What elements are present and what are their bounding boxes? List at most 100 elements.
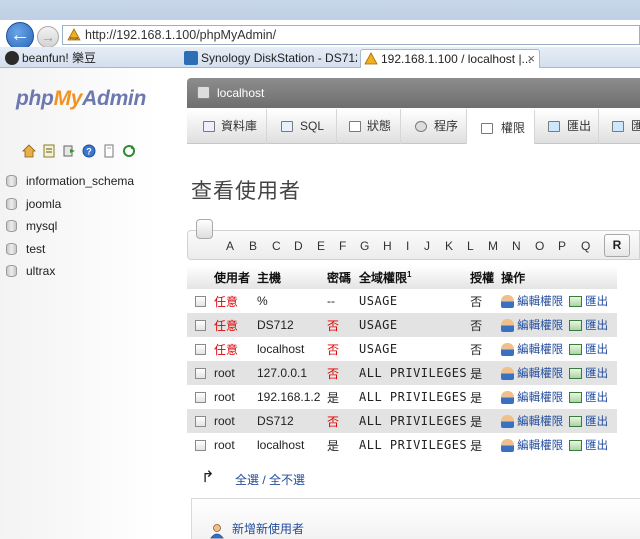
- browser-tab-beanfun[interactable]: beanfun! 樂豆: [2, 49, 174, 68]
- letter-link[interactable]: C: [272, 239, 281, 253]
- user-name: 任意: [214, 318, 239, 333]
- database-item-mysql[interactable]: mysql: [0, 217, 176, 240]
- browser-tab-phpmyadmin[interactable]: 192.168.1.100 / localhost |... ×: [360, 49, 540, 68]
- tab-sql[interactable]: SQL: [267, 109, 337, 144]
- database-item-ultrax[interactable]: ultrax: [0, 262, 176, 285]
- letter-link[interactable]: L: [467, 239, 474, 253]
- reload-icon[interactable]: [122, 144, 136, 158]
- tab-label: Synology DiskStation - DS712: [201, 51, 357, 65]
- letter-link[interactable]: J: [424, 239, 430, 253]
- tab-import[interactable]: 匯: [599, 109, 640, 144]
- help-icon[interactable]: ?: [82, 144, 96, 158]
- database-name[interactable]: mysql: [26, 219, 57, 233]
- address-bar[interactable]: PMA http://192.168.1.100/phpMyAdmin/: [62, 25, 640, 45]
- row-checkbox[interactable]: [195, 392, 206, 404]
- users-table: 使用者 主機 密碼 全域權限1 授權 操作 任意% -- USAGE 否編輯權限 匯出任…: [187, 266, 617, 457]
- user-cell: root: [211, 409, 254, 433]
- tab-label: 192.168.1.100 / localhost |...: [381, 52, 532, 66]
- row-checkbox[interactable]: [195, 344, 206, 356]
- global-privileges-label: 全域權限: [359, 271, 408, 285]
- export-user-link[interactable]: 匯出: [569, 440, 608, 452]
- add-user-link[interactable]: 新增新使用者: [232, 520, 304, 537]
- slider-handle[interactable]: [196, 219, 213, 239]
- row-checkbox[interactable]: [195, 296, 206, 308]
- edit-privileges-link[interactable]: 編輯權限: [501, 343, 563, 357]
- password-value: 是: [327, 390, 340, 405]
- server-link[interactable]: localhost: [217, 86, 264, 100]
- table-row: 任意 DS712 否 USAGE 否編輯權限 匯出: [187, 313, 617, 337]
- export-icon: [569, 368, 583, 380]
- tab-status[interactable]: 狀態: [337, 109, 401, 144]
- export-user-link[interactable]: 匯出: [569, 392, 608, 404]
- database-name[interactable]: information_schema: [26, 174, 134, 188]
- top-menu: 資料庫 SQL 狀態 程序 權限 匯出 匯: [187, 109, 640, 144]
- letter-link[interactable]: F: [339, 239, 346, 253]
- tab-label: 資料庫: [221, 119, 258, 133]
- export-user-link[interactable]: 匯出: [569, 416, 608, 428]
- row-checkbox[interactable]: [195, 320, 206, 332]
- phpmyadmin-logo[interactable]: phpMyAdmin: [16, 87, 146, 111]
- database-item-joomla[interactable]: joomla: [0, 195, 176, 218]
- select-arrow-icon: ↱: [201, 469, 215, 486]
- navigation-panel: phpMyAdmin ? information_schema joomla m…: [0, 68, 176, 539]
- letter-link[interactable]: M: [488, 239, 498, 253]
- export-user-link[interactable]: 匯出: [569, 296, 608, 308]
- letter-link[interactable]: Q: [581, 239, 590, 253]
- database-name[interactable]: ultrax: [26, 264, 55, 278]
- database-name[interactable]: test: [26, 242, 45, 256]
- grant-cell: 是: [467, 385, 499, 409]
- letter-link[interactable]: H: [383, 239, 392, 253]
- documentation-icon[interactable]: [102, 144, 116, 158]
- export-user-link[interactable]: 匯出: [569, 344, 608, 356]
- column-header-password: 密碼: [324, 266, 356, 289]
- database-name[interactable]: joomla: [26, 197, 61, 211]
- letter-link[interactable]: I: [406, 239, 409, 253]
- letter-link[interactable]: K: [445, 239, 453, 253]
- edit-privileges-link[interactable]: 編輯權限: [501, 439, 563, 453]
- column-header-user: 使用者: [211, 266, 254, 289]
- grant-cell: 是: [467, 409, 499, 433]
- letter-link-selected[interactable]: R: [604, 234, 630, 257]
- database-icon: [203, 121, 215, 132]
- back-button[interactable]: ←: [6, 22, 34, 50]
- letter-link[interactable]: G: [360, 239, 369, 253]
- edit-privileges-link[interactable]: 編輯權限: [501, 319, 563, 333]
- letter-link[interactable]: A: [226, 239, 234, 253]
- page-title: 查看使用者: [191, 180, 301, 203]
- letter-link[interactable]: B: [249, 239, 257, 253]
- letter-link[interactable]: P: [558, 239, 566, 253]
- password-cell: 否: [324, 313, 356, 337]
- database-item-test[interactable]: test: [0, 240, 176, 263]
- forward-button[interactable]: →: [37, 26, 59, 48]
- letter-link[interactable]: O: [535, 239, 544, 253]
- row-checkbox[interactable]: [195, 440, 206, 452]
- sql-query-icon[interactable]: [42, 144, 56, 158]
- close-tab-icon[interactable]: ×: [527, 50, 535, 68]
- database-icon: [6, 175, 17, 187]
- tab-databases[interactable]: 資料庫: [187, 109, 267, 144]
- edit-privileges-link[interactable]: 編輯權限: [501, 391, 564, 405]
- letter-link[interactable]: E: [317, 239, 325, 253]
- tab-processes[interactable]: 程序: [401, 109, 467, 144]
- global-privileges-cell: USAGE: [356, 337, 468, 361]
- letter-link[interactable]: D: [294, 239, 303, 253]
- browser-tab-synology[interactable]: Synology DiskStation - DS712: [181, 49, 357, 68]
- letter-link[interactable]: N: [512, 239, 521, 253]
- select-all-link[interactable]: 全選 / 全不選: [235, 471, 305, 488]
- edit-privileges-link[interactable]: 編輯權限: [501, 295, 563, 309]
- home-icon[interactable]: [22, 144, 36, 158]
- logout-icon[interactable]: [62, 144, 76, 158]
- database-item-information-schema[interactable]: information_schema: [0, 172, 176, 195]
- export-icon: [569, 344, 583, 356]
- edit-privileges-link[interactable]: 編輯權限: [501, 415, 563, 429]
- edit-privileges-label: 編輯權限: [517, 392, 564, 404]
- tab-privileges[interactable]: 權限: [467, 109, 535, 144]
- address-url[interactable]: http://192.168.1.100/phpMyAdmin/: [85, 28, 276, 42]
- password-value: 否: [327, 414, 340, 429]
- row-checkbox[interactable]: [195, 368, 206, 380]
- edit-privileges-link[interactable]: 編輯權限: [501, 367, 563, 381]
- export-user-link[interactable]: 匯出: [569, 320, 608, 332]
- export-user-link[interactable]: 匯出: [569, 368, 608, 380]
- row-checkbox[interactable]: [195, 416, 206, 428]
- tab-export[interactable]: 匯出: [535, 109, 599, 144]
